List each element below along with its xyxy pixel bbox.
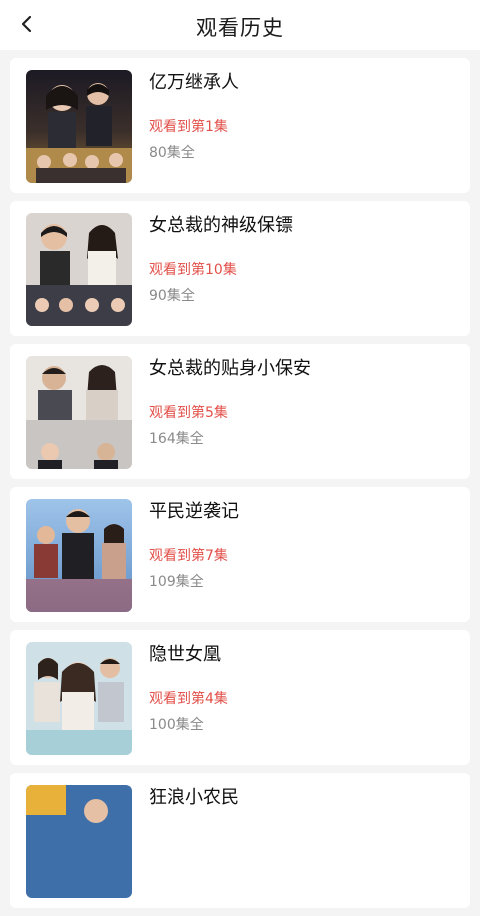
history-info: 女总裁的贴身小保安 观看到第5集 164集全	[149, 356, 460, 448]
cover-image	[26, 642, 132, 755]
watch-progress: 观看到第4集	[149, 691, 228, 707]
watch-progress: 观看到第5集	[149, 405, 228, 421]
cover-image	[26, 356, 132, 469]
drama-cover[interactable]	[26, 70, 132, 183]
episode-count: 80集全	[149, 145, 195, 161]
history-info: 亿万继承人 观看到第1集 80集全	[149, 70, 460, 162]
drama-title: 女总裁的神级保镖	[149, 215, 293, 236]
drama-cover[interactable]	[26, 785, 132, 898]
watch-progress: 观看到第1集	[149, 119, 228, 135]
drama-cover[interactable]	[26, 213, 132, 326]
history-info: 平民逆袭记 观看到第7集 109集全	[149, 499, 460, 591]
history-item[interactable]: 平民逆袭记 观看到第7集 109集全	[10, 487, 470, 622]
drama-cover[interactable]	[26, 642, 132, 755]
history-item[interactable]: 女总裁的神级保镖 观看到第10集 90集全	[10, 201, 470, 336]
history-item[interactable]: 女总裁的贴身小保安 观看到第5集 164集全	[10, 344, 470, 479]
history-info: 隐世女凰 观看到第4集 100集全	[149, 642, 460, 734]
drama-title: 隐世女凰	[149, 644, 221, 665]
drama-title: 亿万继承人	[149, 72, 239, 93]
drama-cover[interactable]	[26, 499, 132, 612]
cover-image	[26, 499, 132, 612]
cover-image	[26, 785, 132, 898]
episode-count: 90集全	[149, 288, 195, 304]
history-info: 女总裁的神级保镖 观看到第10集 90集全	[149, 213, 460, 305]
episode-count: 164集全	[149, 431, 204, 447]
cover-image	[26, 213, 132, 326]
watch-progress: 观看到第10集	[149, 262, 237, 278]
history-item[interactable]: 隐世女凰 观看到第4集 100集全	[10, 630, 470, 765]
drama-title: 平民逆袭记	[149, 501, 239, 522]
history-item[interactable]: 狂浪小农民	[10, 773, 470, 908]
drama-cover[interactable]	[26, 356, 132, 469]
drama-title: 狂浪小农民	[149, 787, 239, 808]
top-bar: 观看历史	[0, 0, 480, 50]
history-item[interactable]: 亿万继承人 观看到第1集 80集全	[10, 58, 470, 193]
history-info: 狂浪小农民	[149, 785, 460, 833]
episode-count: 109集全	[149, 574, 204, 590]
drama-title: 女总裁的贴身小保安	[149, 358, 311, 379]
page-title: 观看历史	[196, 16, 284, 40]
watch-progress: 观看到第7集	[149, 548, 228, 564]
history-list: 亿万继承人 观看到第1集 80集全 女总裁的神级保镖 观看到第10集 90集全 …	[0, 58, 480, 916]
episode-count: 100集全	[149, 717, 204, 733]
cover-image	[26, 70, 132, 183]
